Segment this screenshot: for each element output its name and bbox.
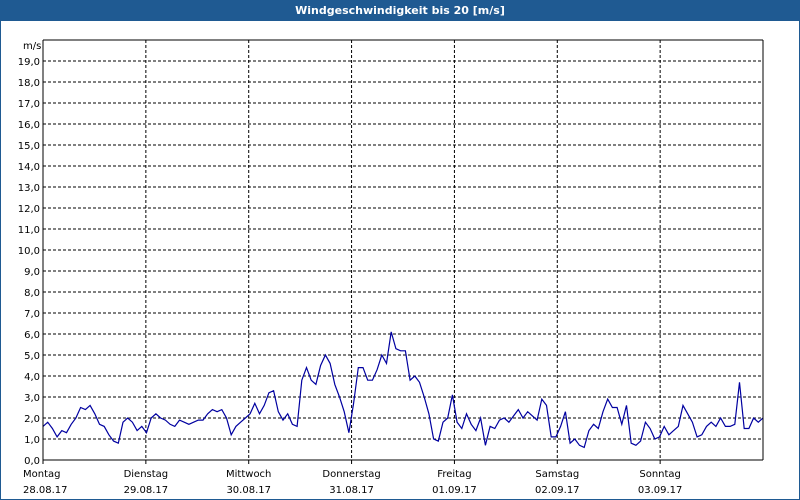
y-tick-label: 17,0 [18, 99, 40, 110]
y-tick-label: 11,0 [18, 225, 40, 236]
y-tick-label: 8,0 [24, 288, 40, 299]
x-tick-day-label: Mittwoch [226, 469, 271, 480]
wind-speed-chart: 0,0 1,0 2,0 3,0 4,0 5,0 6,0 7,0 8,0 9,0 10,0 11,0 12… [18, 39, 764, 496]
y-tick-label: 4,0 [24, 372, 40, 383]
y-tick-label: 13,0 [18, 183, 40, 194]
y-tick-label: 1,0 [24, 435, 40, 446]
grid-layer [43, 40, 763, 460]
y-tick-label: 5,0 [24, 351, 40, 362]
y-tick-label: 7,0 [24, 309, 40, 320]
x-tick-day-label: Donnerstag [322, 469, 380, 480]
series-layer [42, 331, 764, 449]
y-tick-label: 16,0 [18, 120, 40, 131]
x-tick-date-label: 03.09.17 [638, 485, 683, 496]
x-tick-date-label: 01.09.17 [432, 485, 477, 496]
y-tick-label: 12,0 [18, 204, 40, 215]
x-tick-day-label: Montag [23, 469, 60, 480]
y-tick-label: 19,0 [18, 57, 40, 68]
x-tick-day-label: Sonntag [639, 469, 681, 480]
y-tick-label: 18,0 [18, 78, 40, 89]
y-tick-label: 9,0 [24, 267, 40, 278]
y-axis-unit-label: m/s [23, 41, 41, 52]
x-tick-day-label: Samstag [535, 469, 579, 480]
y-tick-label: 2,0 [24, 414, 40, 425]
y-tick-label: 15,0 [18, 141, 40, 152]
x-tick-date-label: 31.08.17 [329, 485, 374, 496]
y-tick-label: 14,0 [18, 162, 40, 173]
y-tick-label: 0,0 [24, 456, 40, 467]
y-tick-label: 3,0 [24, 393, 40, 404]
y-tick-label: 6,0 [24, 330, 40, 341]
x-tick-date-label: 02.09.17 [535, 485, 580, 496]
y-tick-label: 10,0 [18, 246, 40, 257]
x-tick-date-label: 28.08.17 [23, 485, 68, 496]
axis-layer [42, 39, 764, 464]
x-tick-date-label: 29.08.17 [124, 485, 169, 496]
x-tick-day-label: Freitag [437, 469, 471, 480]
x-tick-date-label: 30.08.17 [226, 485, 271, 496]
x-tick-day-label: Dienstag [124, 469, 169, 480]
wind-speed-series-line [42, 331, 764, 449]
chart-window: Windgeschwindigkeit bis 20 [m/s] 0,0 1,0 2… [0, 0, 800, 500]
